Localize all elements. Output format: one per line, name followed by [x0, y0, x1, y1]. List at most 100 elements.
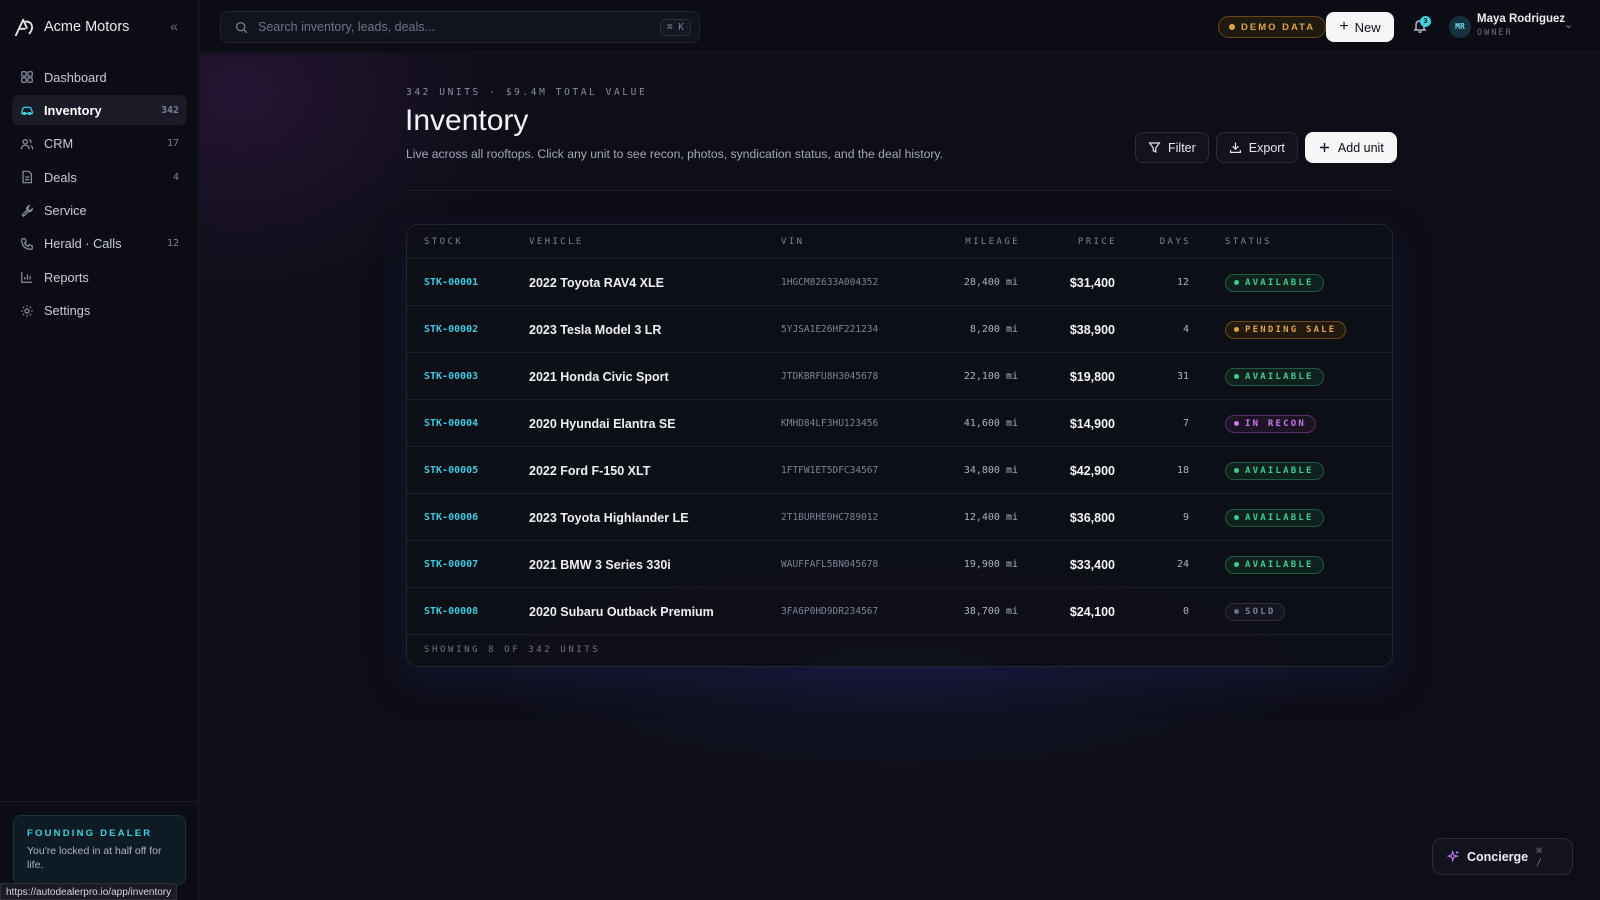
filter-button-label: Filter	[1168, 140, 1196, 155]
export-button[interactable]: Export	[1215, 132, 1298, 163]
add-unit-button[interactable]: Add unit	[1304, 132, 1397, 163]
sidebar-item-label: CRM	[44, 136, 74, 152]
stock-number[interactable]: STK-00006	[424, 494, 478, 541]
chevron-down-icon[interactable]: ⌄	[1564, 18, 1573, 31]
vin: 1HGCM82633A004352	[781, 277, 879, 288]
stock-number[interactable]: STK-00002	[424, 306, 478, 353]
status-dot	[1234, 515, 1239, 520]
column-header-status[interactable]: STATUS	[1225, 237, 1272, 247]
car-icon	[20, 103, 34, 117]
status-badge: AVAILABLE	[1225, 273, 1324, 292]
vehicle-name: 2020 Hyundai Elantra SE	[529, 416, 676, 431]
stock-number[interactable]: STK-00003	[424, 353, 478, 400]
sidebar-item-count: 12	[166, 238, 179, 250]
filter-button[interactable]: Filter	[1135, 132, 1209, 163]
concierge-button[interactable]: Concierge ⌘ /	[1432, 838, 1573, 875]
price: $42,900	[1069, 463, 1115, 478]
table-row[interactable]: STK-00003 2021 Honda Civic Sport JTDKBRF…	[407, 353, 1392, 400]
price: $24,100	[1069, 604, 1115, 619]
sidebar-item-herald-calls[interactable]: Herald · Calls 12	[12, 229, 187, 259]
inventory-table: STOCK VEHICLE VIN MILEAGE PRICE DAYS STA…	[406, 224, 1393, 667]
status-dot	[1234, 468, 1239, 473]
stock-number[interactable]: STK-00004	[424, 400, 478, 447]
plus-icon: +	[1339, 18, 1349, 35]
sidebar-item-service[interactable]: Service	[12, 196, 187, 226]
table-footer: SHOWING 8 OF 342 UNITS	[424, 645, 601, 655]
sidebar-item-count: 4	[172, 171, 179, 183]
vehicle-name: 2021 BMW 3 Series 330i	[529, 557, 671, 572]
search-shortcut: ⌘ K	[659, 18, 691, 36]
users-icon	[20, 137, 34, 151]
sidebar-item-settings[interactable]: Settings	[12, 296, 187, 326]
user-name[interactable]: Maya Rodriguez	[1477, 13, 1565, 25]
days-on-lot: 9	[1182, 512, 1189, 523]
founding-dealer-card: FOUNDING DEALER You're locked in at half…	[13, 815, 186, 885]
new-button-label: New	[1354, 19, 1381, 35]
mileage: 28,400 mi	[963, 277, 1018, 288]
avatar[interactable]: MR	[1449, 16, 1471, 38]
gear-icon	[20, 304, 34, 318]
status-dot	[1234, 562, 1239, 567]
table-row[interactable]: STK-00001 2022 Toyota RAV4 XLE 1HGCM8263…	[407, 259, 1392, 306]
stock-number[interactable]: STK-00008	[424, 588, 478, 635]
sidebar-item-dashboard[interactable]: Dashboard	[12, 62, 187, 92]
status-cell: AVAILABLE	[1225, 447, 1324, 494]
status-cell: AVAILABLE	[1225, 259, 1324, 306]
mileage: 12,400 mi	[963, 512, 1018, 523]
stock-number[interactable]: STK-00007	[424, 541, 478, 588]
mileage: 34,800 mi	[963, 465, 1018, 476]
topbar: ⌘ K DEMO DATA + New 3 MR Maya Rodriguez …	[200, 0, 1600, 53]
search-box[interactable]: ⌘ K	[220, 11, 700, 43]
status-url: https://autodealerpro.io/app/inventory	[0, 883, 178, 900]
status-badge: AVAILABLE	[1225, 555, 1324, 574]
search-input[interactable]	[258, 20, 660, 34]
table-row[interactable]: STK-00002 2023 Tesla Model 3 LR 5YJSA1E2…	[407, 306, 1392, 353]
inventory-summary: 342 UNITS · $9.4M TOTAL VALUE	[406, 87, 648, 98]
collapse-sidebar-icon[interactable]: «	[166, 18, 182, 34]
brand[interactable]: Acme Motors	[14, 16, 129, 38]
table-row[interactable]: STK-00004 2020 Hyundai Elantra SE KMHD84…	[407, 400, 1392, 447]
table-row[interactable]: STK-00006 2023 Toyota Highlander LE 2T1B…	[407, 494, 1392, 541]
sidebar-item-label: Service	[44, 203, 87, 219]
column-header-stock[interactable]: STOCK	[424, 237, 463, 247]
vehicle-name: 2023 Tesla Model 3 LR	[529, 322, 662, 337]
user-role: OWNER	[1477, 28, 1513, 38]
column-header-days[interactable]: DAYS	[1160, 237, 1191, 247]
page-title: Inventory	[405, 104, 529, 137]
sidebar-item-deals[interactable]: Deals 4	[12, 162, 187, 192]
vehicle-name: 2021 Honda Civic Sport	[529, 369, 669, 384]
bar-chart-icon	[20, 270, 34, 284]
column-header-vehicle[interactable]: VEHICLE	[529, 237, 584, 247]
status-badge: SOLD	[1225, 602, 1286, 621]
logo-icon	[15, 18, 33, 37]
mileage: 19,900 mi	[963, 559, 1018, 570]
table-row[interactable]: STK-00005 2022 Ford F-150 XLT 1FTFW1ET5D…	[407, 447, 1392, 494]
table-row[interactable]: STK-00008 2020 Subaru Outback Premium 3F…	[407, 588, 1392, 635]
sidebar-item-crm[interactable]: CRM 17	[12, 129, 187, 159]
sidebar-item-label: Deals	[44, 169, 77, 185]
status-cell: AVAILABLE	[1225, 541, 1324, 588]
status-dot	[1234, 609, 1239, 614]
status-label: AVAILABLE	[1245, 371, 1314, 382]
column-header-mileage[interactable]: MILEAGE	[965, 237, 1020, 247]
vin: WAUFFAFL5BN045678	[781, 559, 879, 570]
sidebar-item-inventory[interactable]: Inventory 342	[12, 95, 187, 126]
status-dot	[1234, 374, 1239, 379]
stock-number[interactable]: STK-00001	[424, 259, 478, 306]
table-row[interactable]: STK-00007 2021 BMW 3 Series 330i WAUFFAF…	[407, 541, 1392, 588]
status-badge: AVAILABLE	[1225, 461, 1324, 480]
mileage: 38,700 mi	[963, 606, 1018, 617]
status-dot	[1234, 421, 1239, 426]
sidebar-item-count: 17	[166, 138, 179, 150]
status-label: AVAILABLE	[1245, 559, 1314, 570]
wrench-icon	[20, 204, 34, 218]
vehicle-name: 2023 Toyota Highlander LE	[529, 510, 689, 525]
column-header-vin[interactable]: VIN	[781, 237, 804, 247]
column-header-price[interactable]: PRICE	[1078, 237, 1117, 247]
page-actions: Filter Export Add unit	[1135, 132, 1397, 163]
days-on-lot: 31	[1176, 371, 1189, 382]
stock-number[interactable]: STK-00005	[424, 447, 478, 494]
new-button[interactable]: + New	[1326, 12, 1394, 42]
sidebar-item-reports[interactable]: Reports	[12, 262, 187, 292]
sidebar-item-label: Reports	[44, 269, 89, 285]
